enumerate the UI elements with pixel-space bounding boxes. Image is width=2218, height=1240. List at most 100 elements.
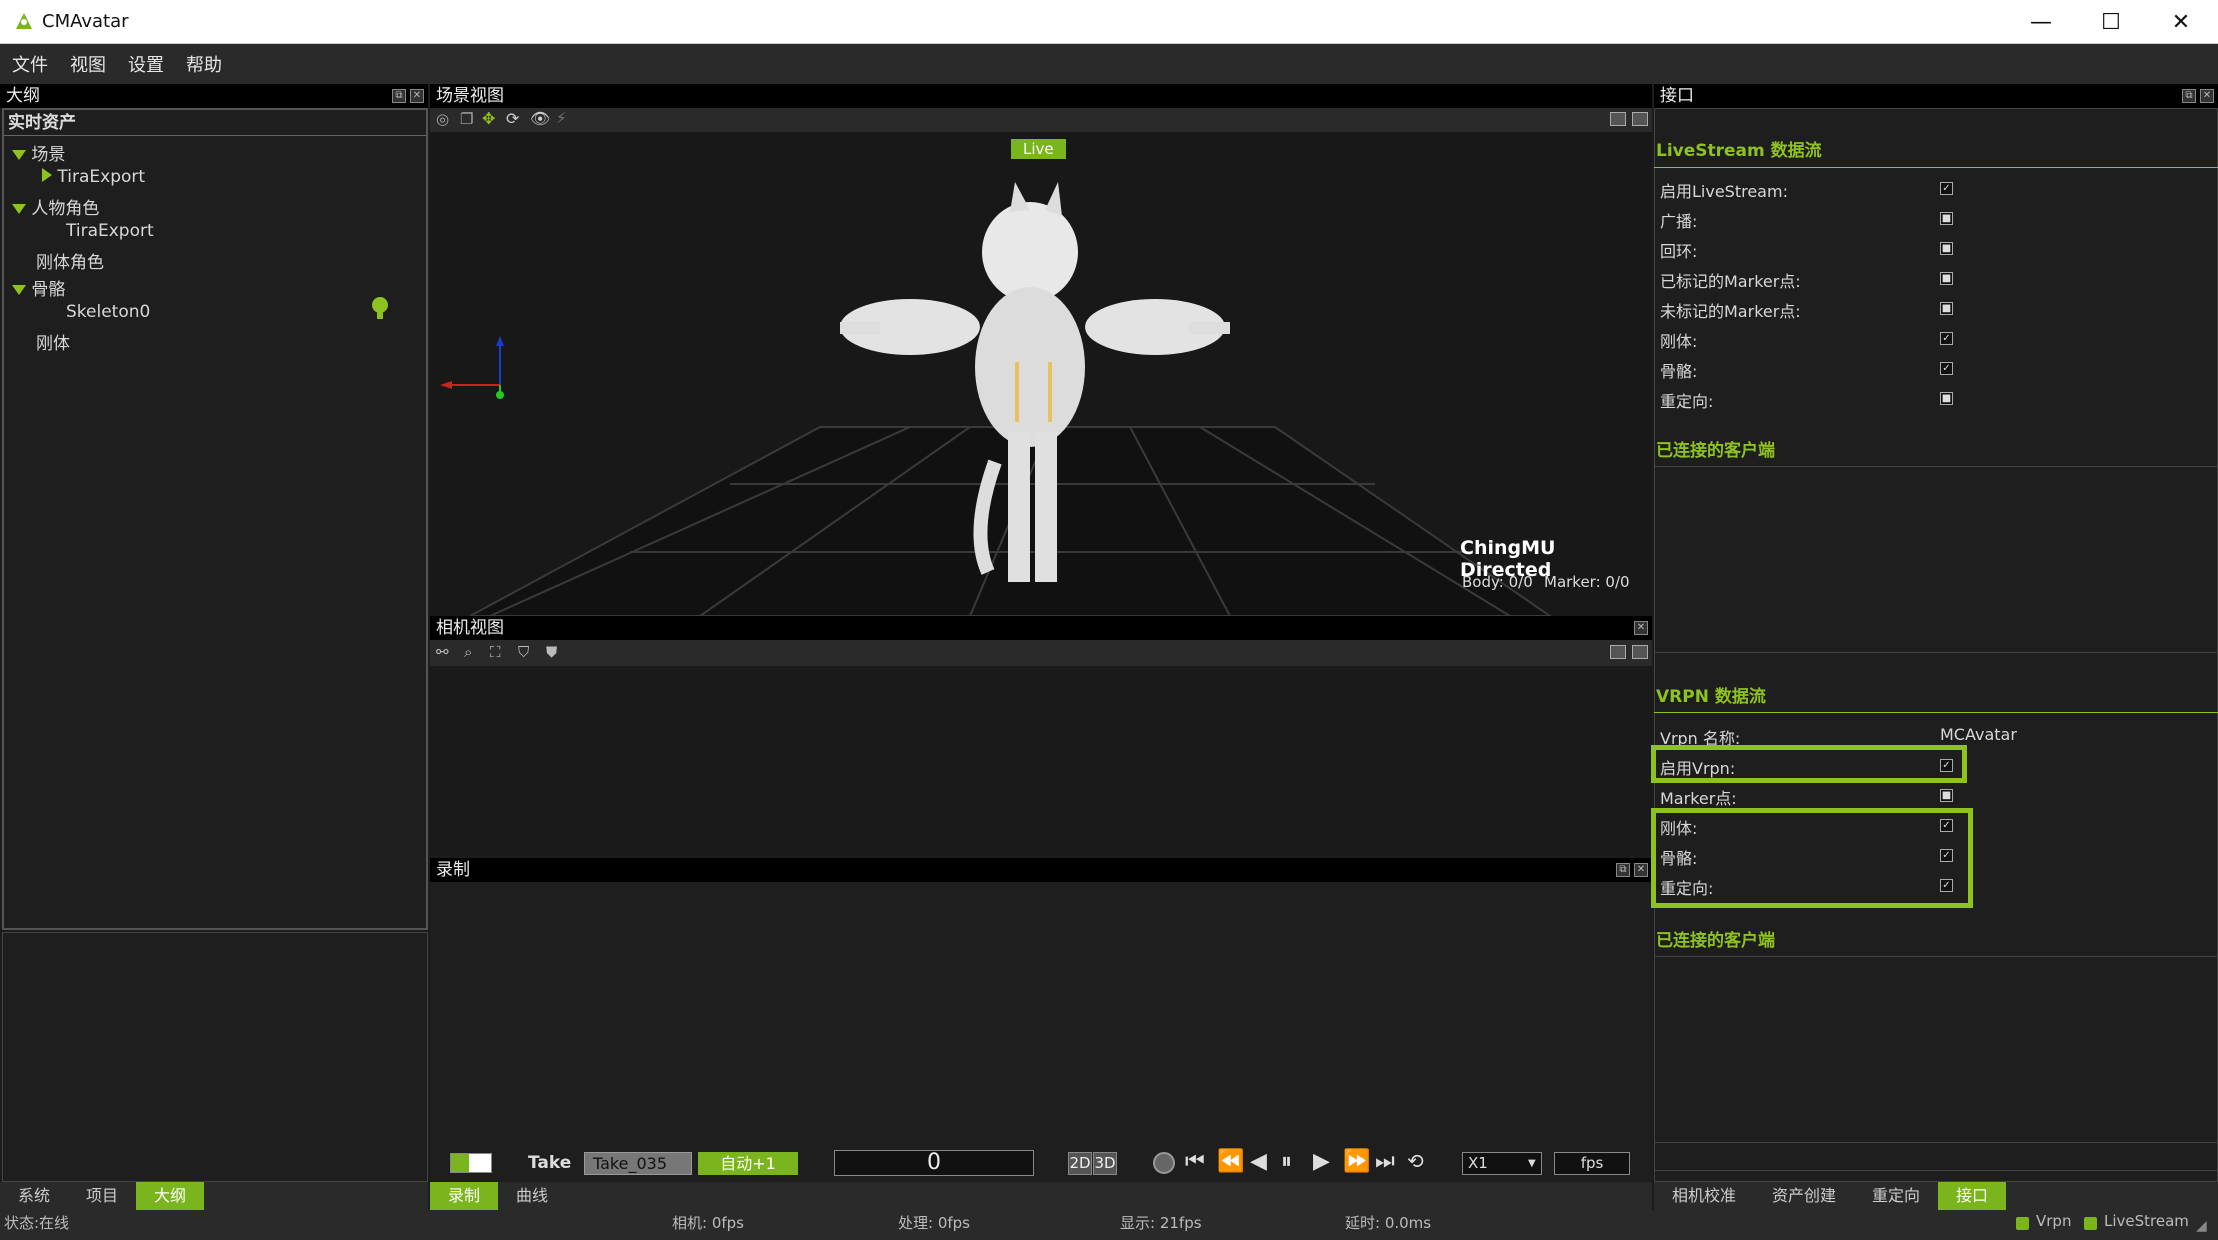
record-color-swatch[interactable] xyxy=(450,1153,492,1173)
livestream-broadcast-checkbox[interactable]: ■ xyxy=(1940,212,1953,225)
close-icon[interactable]: ✕ xyxy=(1634,863,1648,877)
tree-item-tiraexport-character[interactable]: TiraExport xyxy=(66,221,154,241)
layout-vertical-icon[interactable] xyxy=(1632,645,1648,659)
tab-curve[interactable]: 曲线 xyxy=(498,1182,566,1210)
menu-file[interactable]: 文件 xyxy=(12,51,48,77)
livestream-skeleton-checkbox[interactable]: ✓ xyxy=(1940,362,1953,375)
camera-viewport[interactable] xyxy=(430,666,1652,856)
menu-settings[interactable]: 设置 xyxy=(128,51,164,77)
camera-toolbar: ⚯ ⌕ ⛶ ⛉ ⛊ xyxy=(430,640,1652,666)
shield-check-icon[interactable]: ⛉ xyxy=(518,643,529,661)
tab-outline[interactable]: 大纲 xyxy=(136,1182,205,1210)
loop-icon[interactable]: ⟲ xyxy=(1407,1149,1424,1173)
livestream-retarget-checkbox[interactable]: ■ xyxy=(1940,392,1953,405)
livestream-clients-title: 已连接的客户端 xyxy=(1656,441,1775,461)
minimize-button[interactable]: — xyxy=(2006,0,2076,44)
auto-increment-button[interactable]: 自动+1 xyxy=(698,1152,798,1175)
tab-retarget[interactable]: 重定向 xyxy=(1854,1182,1938,1210)
highlight-box xyxy=(1651,745,1967,783)
lightning-icon[interactable]: ⚡ xyxy=(556,109,567,127)
tab-record[interactable]: 录制 xyxy=(430,1182,499,1210)
lightbulb-icon[interactable] xyxy=(370,296,390,322)
float-icon[interactable]: ⧉ xyxy=(1616,863,1630,877)
pause-icon[interactable]: ⏸ xyxy=(1281,1149,1292,1174)
livestream-labeled-marker-checkbox[interactable]: ■ xyxy=(1940,272,1953,285)
expand-icon[interactable] xyxy=(12,285,26,295)
tree-item-rigid-characters[interactable]: 刚体角色 xyxy=(36,248,104,273)
menu-view[interactable]: 视图 xyxy=(70,51,106,77)
camera-panel-header: 相机视图 ✕ xyxy=(430,616,1652,640)
shield-x-icon[interactable]: ⛊ xyxy=(546,643,557,661)
tab-system[interactable]: 系统 xyxy=(0,1182,68,1210)
close-icon[interactable]: ✕ xyxy=(1634,621,1648,635)
screenshot-icon[interactable]: ◎ xyxy=(436,110,449,128)
livestream-loopback-checkbox[interactable]: ■ xyxy=(1940,242,1953,255)
section-divider xyxy=(1654,1142,2218,1143)
mode-3d-button[interactable]: 3D xyxy=(1093,1152,1117,1175)
livestream-clients-list[interactable] xyxy=(1656,470,2216,650)
expand-icon[interactable] xyxy=(12,204,26,214)
resize-grip-icon[interactable]: ◢ xyxy=(2196,1218,2207,1234)
vrpn-clients-title: 已连接的客户端 xyxy=(1656,931,1775,951)
speed-select[interactable]: X1 ▼ xyxy=(1462,1152,1542,1175)
tree-item-tiraexport-scene[interactable]: TiraExport xyxy=(42,167,145,187)
tree-item-scene[interactable]: 场景 xyxy=(12,140,65,165)
tree-item-skeleton0[interactable]: Skeleton0 xyxy=(66,302,150,322)
layout-vertical-icon[interactable] xyxy=(1632,112,1648,126)
step-back-icon[interactable]: ◀ xyxy=(1250,1149,1267,1174)
last-frame-icon[interactable]: ⏭ xyxy=(1375,1149,1395,1174)
tab-project[interactable]: 项目 xyxy=(68,1182,136,1210)
frame-input[interactable]: 0 xyxy=(834,1150,1034,1176)
tab-camera-calibration[interactable]: 相机校准 xyxy=(1654,1182,1754,1210)
collapse-icon[interactable] xyxy=(42,168,52,182)
refresh-icon[interactable]: ⟳ xyxy=(506,109,519,128)
maximize-button[interactable]: ☐ xyxy=(2076,0,2146,44)
rewind-icon[interactable]: ⏪ xyxy=(1217,1149,1244,1174)
record-button[interactable] xyxy=(1153,1152,1175,1174)
vrpn-marker-checkbox[interactable]: ■ xyxy=(1940,789,1953,802)
take-name-input[interactable]: Take_035 xyxy=(584,1152,692,1175)
livestream-rigid-checkbox[interactable]: ✓ xyxy=(1940,332,1953,345)
livestream-enable-checkbox[interactable]: ✓ xyxy=(1940,182,1953,195)
tree-item-rigid[interactable]: 刚体 xyxy=(36,329,70,354)
first-frame-icon[interactable]: ⏮ xyxy=(1185,1149,1205,1174)
title-bar: CMAvatar — ☐ ✕ xyxy=(0,0,2218,44)
network-icon[interactable]: ⚯ xyxy=(436,643,449,661)
vrpn-name-value[interactable]: MCAvatar xyxy=(1940,725,2017,744)
vrpn-clients-list[interactable] xyxy=(1656,960,2216,1140)
scene-viewport[interactable]: Live ChingMU Directed Body: 0/0 Marker: … xyxy=(430,132,1652,616)
mode-2d-button[interactable]: 2D xyxy=(1068,1152,1092,1175)
outline-panel-header: 大纲 ⧉ ✕ xyxy=(0,84,428,108)
camera-title: 相机视图 xyxy=(436,618,504,638)
float-icon[interactable]: ⧉ xyxy=(2182,89,2196,103)
fps-input[interactable]: fps xyxy=(1554,1152,1630,1175)
eye-icon[interactable]: 👁 xyxy=(530,109,550,128)
outline-title: 大纲 xyxy=(6,86,40,106)
close-icon[interactable]: ✕ xyxy=(410,89,424,103)
scene-title: 场景视图 xyxy=(436,86,504,106)
tab-interface[interactable]: 接口 xyxy=(1938,1182,2007,1210)
layout-horizontal-icon[interactable] xyxy=(1610,112,1626,126)
live-badge: Live xyxy=(1011,139,1066,159)
close-button[interactable]: ✕ xyxy=(2146,0,2216,44)
zoom-icon[interactable]: ⌕ xyxy=(464,643,472,661)
speed-value: X1 xyxy=(1468,1154,1488,1172)
livestream-unlabeled-marker-checkbox[interactable]: ■ xyxy=(1940,302,1953,315)
outline-section-header: 实时资产 xyxy=(4,110,426,136)
status-state: 状态:在线 xyxy=(4,1214,70,1232)
tab-asset-creation[interactable]: 资产创建 xyxy=(1754,1182,1854,1210)
float-icon[interactable]: ⧉ xyxy=(392,89,406,103)
fast-forward-icon[interactable]: ⏩ xyxy=(1343,1149,1370,1174)
play-icon[interactable]: ▶ xyxy=(1313,1149,1330,1174)
fit-icon[interactable]: ⛶ xyxy=(490,643,501,661)
close-icon[interactable]: ✕ xyxy=(2200,89,2214,103)
copy-icon[interactable]: ❐ xyxy=(460,110,473,128)
menu-help[interactable]: 帮助 xyxy=(186,51,222,77)
move-icon[interactable]: ✥ xyxy=(482,109,495,128)
layout-horizontal-icon[interactable] xyxy=(1610,645,1626,659)
expand-icon[interactable] xyxy=(12,150,26,160)
livestream-unlabeled-marker-label: 未标记的Marker点: xyxy=(1660,302,1801,321)
section-divider xyxy=(1654,466,2218,467)
tree-item-skeleton[interactable]: 骨骼 xyxy=(12,275,65,300)
tree-item-characters[interactable]: 人物角色 xyxy=(12,194,99,219)
